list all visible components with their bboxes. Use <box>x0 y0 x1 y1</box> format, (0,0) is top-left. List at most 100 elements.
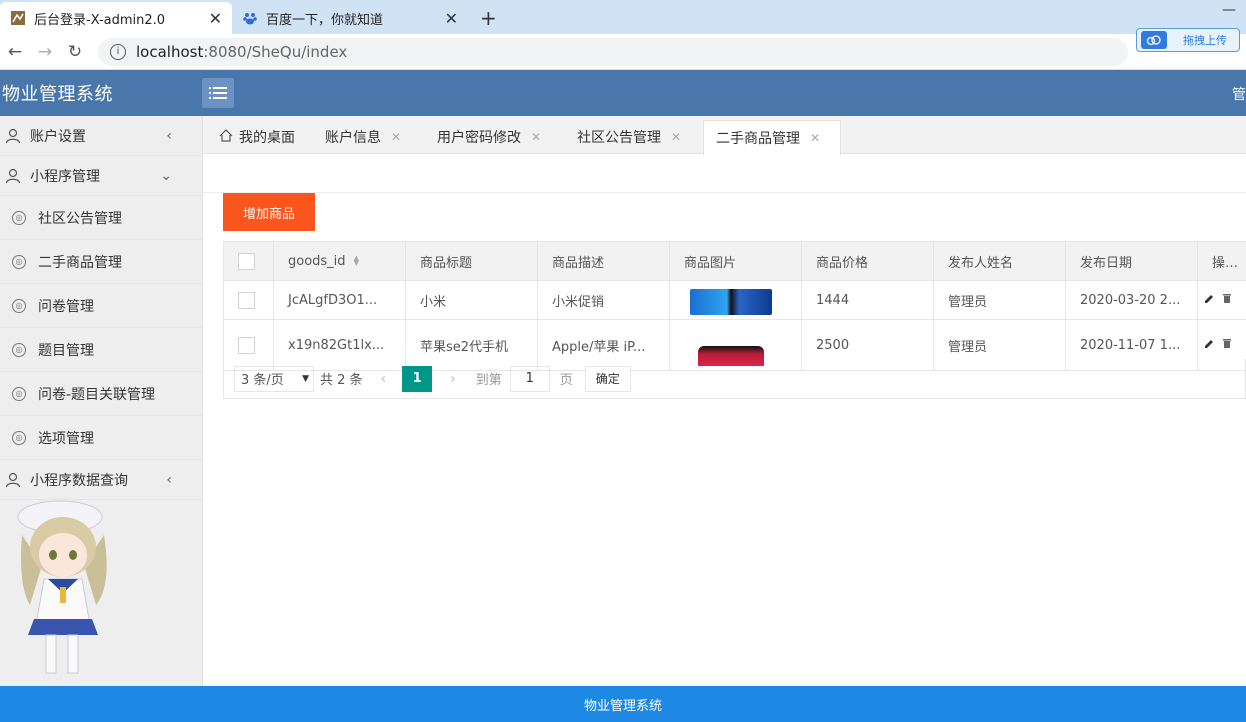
app-header: 物业管理系统 管 <box>0 70 1246 116</box>
content-tabbar: 我的桌面 账户信息 ✕ 用户密码修改 ✕ 社区公告管理 ✕ 二手商品管理 ✕ <box>203 116 1246 155</box>
column-header[interactable]: goods_id ▲ ▼ <box>273 241 406 281</box>
sidebar-item-label: 问卷管理 <box>38 298 94 315</box>
chevron-down-icon: ⌄ <box>160 167 172 184</box>
goto-confirm-button[interactable]: 确定 <box>584 365 631 392</box>
row-checkbox[interactable] <box>238 291 255 309</box>
goods-thumbnail[interactable] <box>690 289 772 315</box>
delete-trash-icon[interactable] <box>1222 293 1232 304</box>
tab-label: 二手商品管理 <box>716 131 800 147</box>
url-host: localhost <box>136 42 204 61</box>
drag-upload-button[interactable]: 拖拽上传 <box>1136 28 1240 52</box>
forward-arrow-icon[interactable]: → <box>30 42 60 62</box>
select-all-checkbox[interactable] <box>238 252 255 270</box>
sidebar-item-label: 社区公告管理 <box>38 210 122 227</box>
sidebar-item-label: 小程序管理 <box>30 168 100 185</box>
new-tab-icon[interactable]: + <box>480 6 497 30</box>
close-tab-icon[interactable]: ✕ <box>445 9 458 28</box>
sidebar-item-account-settings[interactable]: 账户设置 ‹ <box>0 116 202 156</box>
sidebar-item-questionnaire[interactable]: ◎ 问卷管理 <box>0 284 202 328</box>
browser-tab-admin[interactable]: 后台登录-X-admin2.0 ✕ <box>0 2 232 34</box>
circle-bullet-icon: ◎ <box>12 386 26 401</box>
circle-bullet-icon: ◎ <box>12 298 26 313</box>
tab-community-notice[interactable]: 社区公告管理 ✕ <box>565 120 693 154</box>
list-menu-icon <box>209 87 227 99</box>
prev-page-icon[interactable]: ‹ <box>381 371 387 387</box>
reload-icon[interactable]: ↻ <box>60 42 90 62</box>
tab-account-info[interactable]: 账户信息 ✕ <box>313 120 413 154</box>
baidu-paw-icon <box>242 10 258 26</box>
tab-label: 我的桌面 <box>239 130 295 146</box>
page-size-select[interactable]: 3 条/页 ▼ <box>234 365 314 392</box>
sidebar-item-options[interactable]: ◎ 选项管理 <box>0 416 202 460</box>
cell-price: 1444 <box>801 280 934 320</box>
row-select-cell[interactable] <box>223 280 274 320</box>
tab-label: 社区公告管理 <box>577 130 661 146</box>
admin-user-menu[interactable]: 管 <box>1232 84 1246 104</box>
goto-page-input[interactable]: 1 <box>509 365 550 392</box>
sidebar-item-secondhand-goods[interactable]: ◎ 二手商品管理 <box>0 240 202 284</box>
main-content: 我的桌面 账户信息 ✕ 用户密码修改 ✕ 社区公告管理 ✕ 二手商品管理 ✕ 增… <box>203 116 1246 686</box>
sidebar-item-questionnaire-question-link[interactable]: ◎ 问卷-题目关联管理 <box>0 372 202 416</box>
sidebar-item-label: 二手商品管理 <box>38 254 122 271</box>
delete-trash-icon[interactable] <box>1222 338 1232 349</box>
menu-toggle-button[interactable] <box>202 78 234 108</box>
table-header-row: goods_id ▲ ▼ 商品标题 商品描述 商品图片 商品价格 发布人姓名 发布日… <box>223 241 1246 281</box>
close-icon[interactable]: ✕ <box>391 130 401 144</box>
drag-upload-label: 拖拽上传 <box>1183 34 1227 47</box>
close-icon[interactable]: ✕ <box>810 131 820 145</box>
url-input[interactable]: i localhost:8080/SheQu/index <box>98 37 1128 66</box>
info-icon[interactable]: i <box>110 43 126 60</box>
close-tab-icon[interactable]: ✕ <box>209 9 222 28</box>
total-count: 共 2 条 <box>320 373 363 388</box>
add-goods-button[interactable]: 增加商品 <box>223 193 315 231</box>
tab-password-change[interactable]: 用户密码修改 ✕ <box>425 120 553 154</box>
cell-date: 2020-03-20 2... <box>1065 280 1198 320</box>
edit-pencil-icon[interactable] <box>1204 339 1214 349</box>
sidebar-item-community-notice[interactable]: ◎ 社区公告管理 <box>0 196 202 240</box>
tab-secondhand-goods[interactable]: 二手商品管理 ✕ <box>703 120 841 155</box>
cell-publisher: 管理员 <box>933 280 1066 320</box>
sidebar-item-label: 选项管理 <box>38 430 94 447</box>
circle-bullet-icon: ◎ <box>12 430 26 445</box>
table-row: JcALgfD3O1... 小米 小米促销 1444 管理员 2020-03-2… <box>223 280 1246 320</box>
sidebar-item-miniprogram-data-query[interactable]: 小程序数据查询 ‹ <box>0 460 202 500</box>
goods-table: goods_id ▲ ▼ 商品标题 商品描述 商品图片 商品价格 发布人姓名 发布日… <box>223 241 1246 371</box>
user-icon <box>2 472 24 488</box>
site-favicon-icon <box>10 10 26 26</box>
next-page-icon[interactable]: › <box>450 371 456 387</box>
browser-tabbar: 后台登录-X-admin2.0 ✕ 百度一下，你就知道 ✕ + — <box>0 0 1246 34</box>
sidebar-item-questions[interactable]: ◎ 题目管理 <box>0 328 202 372</box>
tab-label: 用户密码修改 <box>437 130 521 146</box>
caret-down-icon: ▼ <box>302 373 309 384</box>
page-unit-label: 页 <box>559 373 573 388</box>
close-icon[interactable]: ✕ <box>531 130 541 144</box>
url-path: :8080/SheQu/index <box>203 42 348 61</box>
cell-description: 小米促销 <box>537 280 670 320</box>
app-title: 物业管理系统 <box>2 84 113 105</box>
circle-bullet-icon: ◎ <box>12 342 26 357</box>
home-icon <box>219 128 233 146</box>
cell-image <box>669 280 802 320</box>
edit-pencil-icon[interactable] <box>1204 294 1214 304</box>
back-arrow-icon[interactable]: ← <box>0 42 30 62</box>
column-header: 商品价格 <box>801 241 934 281</box>
header-select-all[interactable] <box>223 241 274 281</box>
user-icon <box>2 168 24 184</box>
footer: 物业管理系统 <box>0 686 1246 722</box>
browser-tab-baidu[interactable]: 百度一下，你就知道 ✕ <box>232 2 468 34</box>
pagination: 3 条/页 ▼ 共 2 条 ‹ 1 › 到第 1 页 确定 <box>223 359 1246 399</box>
tab-my-desktop[interactable]: 我的桌面 <box>207 120 307 154</box>
row-checkbox[interactable] <box>238 336 255 354</box>
tab-label: 账户信息 <box>325 130 381 146</box>
chevron-left-icon: ‹ <box>166 471 172 488</box>
chevron-left-icon: ‹ <box>166 127 172 144</box>
minimize-icon[interactable]: — <box>1222 2 1236 18</box>
circle-bullet-icon: ◎ <box>12 210 26 225</box>
current-page-button[interactable]: 1 <box>402 365 433 392</box>
sort-icon[interactable]: ▲ ▼ <box>354 255 359 267</box>
sidebar-item-miniprogram[interactable]: 小程序管理 ⌄ <box>0 156 202 196</box>
browser-tab-title: 百度一下，你就知道 <box>266 12 384 28</box>
sidebar-item-label: 问卷-题目关联管理 <box>38 386 156 403</box>
cell-actions <box>1197 280 1246 320</box>
close-icon[interactable]: ✕ <box>671 130 681 144</box>
